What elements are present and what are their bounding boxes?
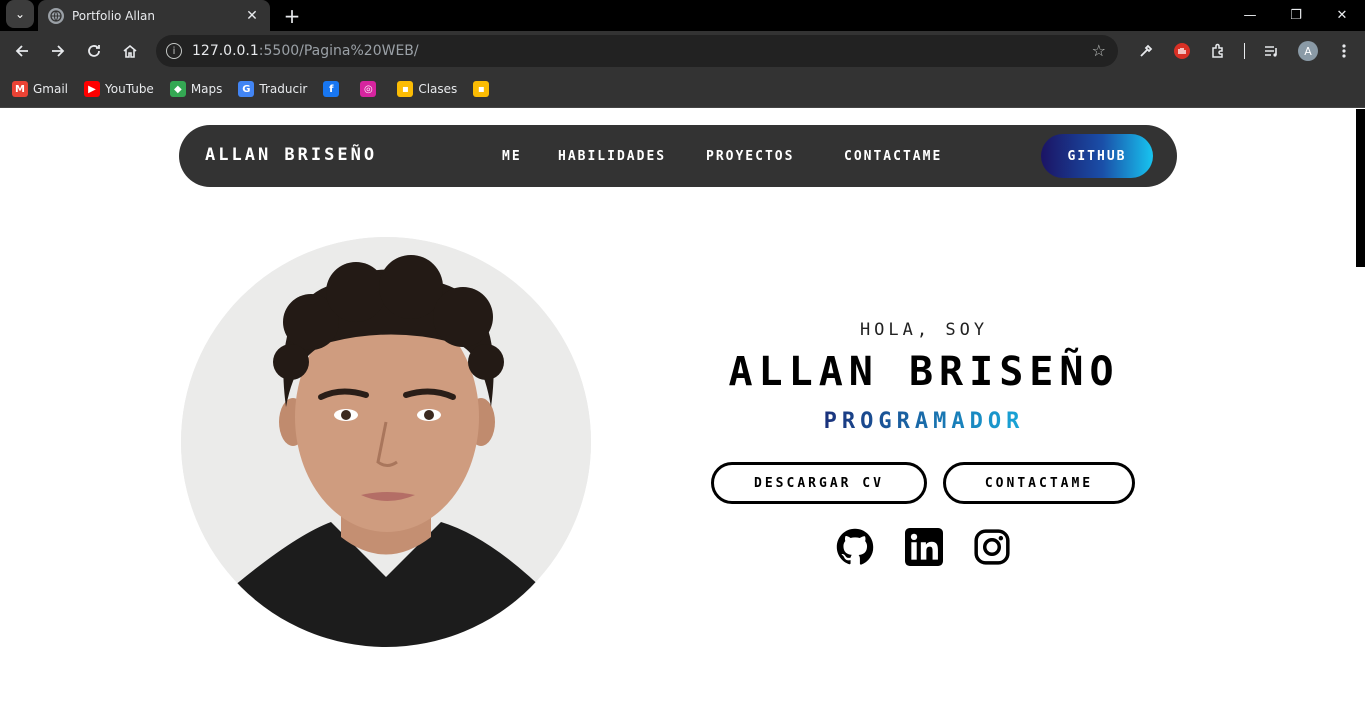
chevron-down-icon: ⌄ (14, 7, 26, 21)
url-host: 127.0.0.1 (192, 43, 259, 59)
bookmark-item[interactable]: ◎ (360, 81, 381, 97)
bookmark-item[interactable]: ▪ (473, 81, 494, 97)
classroom-icon: ▪ (473, 81, 490, 97)
bookmark-item[interactable]: ◆ Maps (169, 81, 223, 97)
bookmark-label: Traducir (259, 82, 308, 96)
facebook-icon: f (323, 81, 340, 97)
back-icon[interactable] (9, 38, 35, 64)
tab-search-button[interactable]: ⌄ (6, 0, 34, 28)
classroom-icon: ▪ (397, 81, 414, 97)
portfolio-page: Allan Briseño Me Habilidades Proyectos C… (0, 109, 1365, 707)
media-controls-icon[interactable] (1258, 38, 1284, 64)
extension-block-icon[interactable] (1169, 38, 1195, 64)
hero-name: Allan Briseño (728, 349, 1120, 395)
url-path: :5500/Pagina%20WEB/ (258, 43, 419, 59)
bookmark-item[interactable]: ▪ Clases (397, 81, 457, 97)
eyedropper-icon[interactable] (1133, 38, 1159, 64)
globe-icon (48, 7, 64, 24)
extensions-puzzle-icon[interactable] (1205, 38, 1231, 64)
profile-photo (181, 237, 591, 647)
bookmark-label: Gmail (33, 82, 69, 96)
page-scrollbar[interactable] (1356, 109, 1365, 267)
linkedin-icon[interactable] (905, 528, 943, 566)
avatar: A (1298, 41, 1318, 61)
address-bar[interactable]: i 127.0.0.1:5500/Pagina%20WEB/ ☆ (156, 35, 1118, 67)
bookmark-star-icon[interactable]: ☆ (1092, 41, 1106, 60)
maps-icon: ◆ (169, 81, 186, 97)
bookmark-item[interactable]: ▶ YouTube (84, 81, 154, 97)
hero-greeting: Hola, soy (859, 320, 989, 340)
home-icon[interactable] (117, 38, 143, 64)
forward-icon[interactable] (45, 38, 71, 64)
bookmark-item[interactable]: M Gmail (12, 81, 68, 97)
nav-link-me[interactable]: Me (502, 149, 522, 164)
github-button[interactable]: Github (1041, 134, 1153, 178)
close-tab-icon[interactable]: ✕ (244, 8, 260, 24)
bookmark-label: YouTube (105, 82, 154, 96)
tab-strip: ⌄ Portfolio Allan ✕ + — ❐ ✕ (0, 0, 1365, 31)
gmail-icon: M (12, 81, 28, 97)
download-cv-button[interactable]: Descargar CV (711, 462, 927, 504)
kebab-menu-icon[interactable] (1331, 38, 1357, 64)
bookmark-label: Maps (190, 82, 223, 96)
instagram-icon: ◎ (360, 81, 377, 97)
hero-role: Programador (676, 409, 1172, 434)
browser-tab[interactable]: Portfolio Allan ✕ (38, 0, 270, 31)
nav-link-contactame[interactable]: Contactame (844, 149, 942, 164)
tab-title: Portfolio Allan (72, 8, 156, 23)
instagram-icon[interactable] (973, 528, 1011, 566)
site-info-icon[interactable]: i (166, 43, 182, 59)
github-icon[interactable] (836, 528, 874, 566)
bookmark-label: Clases (418, 82, 458, 96)
bookmark-item[interactable]: G Traducir (238, 81, 307, 97)
reload-icon[interactable] (81, 38, 107, 64)
browser-toolbar: i 127.0.0.1:5500/Pagina%20WEB/ ☆ A (0, 31, 1365, 71)
translate-icon: G (238, 81, 255, 97)
bookmarks-bar: M Gmail ▶ YouTube ◆ Maps G Traducir f ◎ ▪ Clases ▪ (0, 71, 1365, 108)
site-navbar: Allan Briseño Me Habilidades Proyectos C… (179, 125, 1177, 187)
nav-link-habilidades[interactable]: Habilidades (558, 149, 666, 164)
profile-avatar[interactable]: A (1295, 38, 1321, 64)
contact-button[interactable]: Contactame (943, 462, 1135, 504)
bookmark-item[interactable]: f (323, 81, 344, 97)
close-window-icon[interactable]: ✕ (1319, 0, 1365, 31)
restore-window-icon[interactable]: ❐ (1273, 0, 1319, 31)
youtube-icon: ▶ (84, 81, 101, 97)
minimize-window-icon[interactable]: — (1227, 0, 1273, 31)
site-brand[interactable]: Allan Briseño (205, 145, 377, 165)
toolbar-divider (1244, 43, 1245, 59)
nav-link-proyectos[interactable]: Proyectos (706, 149, 794, 164)
new-tab-button[interactable]: + (282, 0, 302, 31)
